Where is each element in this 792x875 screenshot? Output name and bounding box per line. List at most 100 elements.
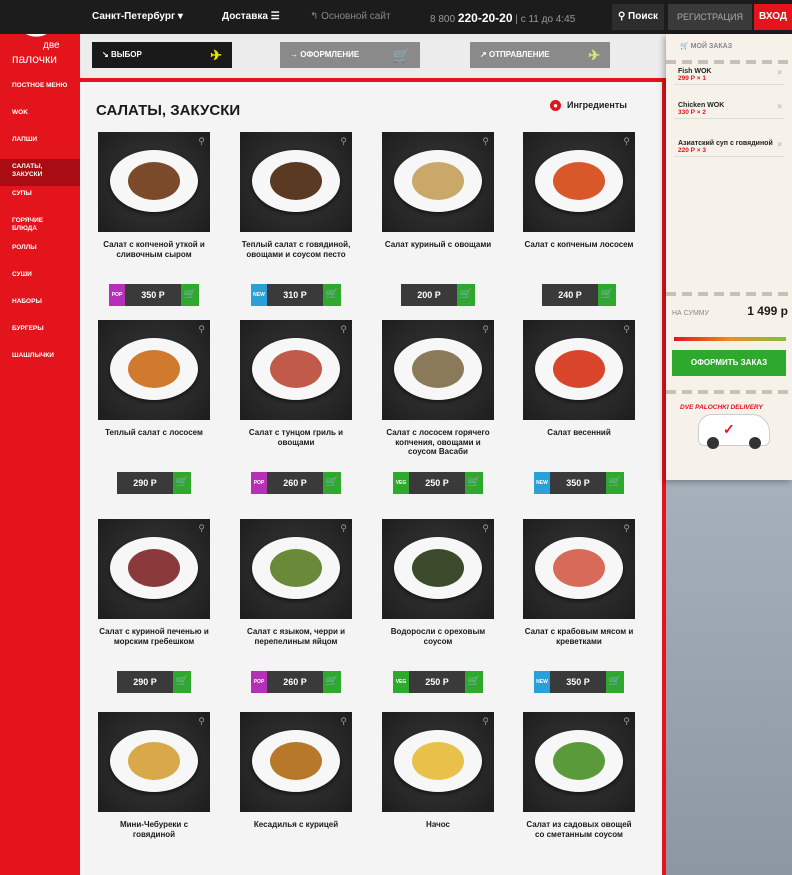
add-to-cart-icon[interactable]: 🛒 [606, 472, 624, 494]
product-card[interactable]: ⚲ Мини-Чебуреки с говядиной [98, 712, 210, 864]
main-site-link[interactable]: ↰ Основной сайт [310, 11, 391, 22]
add-to-cart-icon[interactable]: 🛒 [323, 472, 341, 494]
add-to-cart-icon[interactable]: 🛒 [606, 671, 624, 693]
page-title: САЛАТЫ, ЗАКУСКИ [96, 102, 241, 119]
product-card[interactable]: ⚲ Теплый салат с говядиной, овощами и соу… [240, 132, 352, 306]
product-photo[interactable]: ⚲ [523, 712, 635, 812]
zoom-icon[interactable]: ⚲ [623, 136, 630, 147]
product-card[interactable]: ⚲ Салат с языком, черри и перепелиным яйц… [240, 519, 352, 693]
remove-icon[interactable]: × [777, 102, 782, 111]
sidebar-item-sets[interactable]: НАБОРЫ [0, 294, 80, 321]
zoom-icon[interactable]: ⚲ [340, 523, 347, 534]
add-to-cart-icon[interactable]: 🛒 [173, 472, 191, 494]
product-card[interactable]: ⚲ Салат весенний NEW 350 Р 🛒 [523, 320, 635, 494]
ingredients-toggle[interactable]: ● Ингредиенты [550, 100, 627, 112]
step-send[interactable]: ↗ ОТПРАВЛЕНИЕ ✈ [470, 42, 610, 68]
add-to-cart-icon[interactable]: 🛒 [181, 284, 199, 306]
search-button[interactable]: ⚲ Поиск [612, 4, 664, 30]
add-to-cart-icon[interactable]: 🛒 [323, 671, 341, 693]
register-button[interactable]: РЕГИСТРАЦИЯ [668, 4, 752, 30]
checkout-button[interactable]: ОФОРМИТЬ ЗАКАЗ [672, 350, 786, 376]
product-card[interactable]: ⚲ Салат с крабовым мясом и креветками NEW 3… [523, 519, 635, 693]
product-card[interactable]: ⚲ Начос [382, 712, 494, 864]
product-photo[interactable]: ⚲ [98, 712, 210, 812]
add-to-cart-icon[interactable]: 🛒 [173, 671, 191, 693]
product-photo[interactable]: ⚲ [523, 132, 635, 232]
product-card[interactable]: ⚲ Салат из садовых овощей со сметанным со… [523, 712, 635, 864]
zoom-icon[interactable]: ⚲ [623, 716, 630, 727]
product-photo[interactable]: ⚲ [240, 712, 352, 812]
product-photo[interactable]: ⚲ [98, 132, 210, 232]
remove-icon[interactable]: × [777, 140, 782, 149]
divider [666, 60, 792, 64]
product-card[interactable]: ⚲ Водоросли с ореховым соусом VEG 250 Р 🛒 [382, 519, 494, 693]
product-photo[interactable]: ⚲ [240, 132, 352, 232]
sum-label: НА СУММУ [672, 310, 710, 317]
product-photo[interactable]: ⚲ [523, 320, 635, 420]
add-to-cart-icon[interactable]: 🛒 [457, 284, 475, 306]
add-to-cart-icon[interactable]: 🛒 [323, 284, 341, 306]
zoom-icon[interactable]: ⚲ [482, 716, 489, 727]
sidebar-item-sushi[interactable]: СУШИ [0, 267, 80, 294]
zoom-icon[interactable]: ⚲ [623, 523, 630, 534]
product-photo[interactable]: ⚲ [382, 519, 494, 619]
sidebar-item-kebabs[interactable]: ШАШЛЫЧКИ [0, 348, 80, 375]
product-card[interactable]: ⚲ Теплый салат с лососем 290 Р 🛒 [98, 320, 210, 494]
product-card[interactable]: ⚲ Салат с куриной печенью и морским гребе… [98, 519, 210, 693]
divider [666, 292, 792, 296]
price-row: 290 Р 🛒 [98, 472, 210, 494]
step-choose[interactable]: ↘ ВЫБОР ✈ [92, 42, 232, 68]
sidebar-item-rolls[interactable]: РОЛЛЫ [0, 240, 80, 267]
login-button[interactable]: ВХОД [754, 4, 792, 30]
product-card[interactable]: ⚲ Салат куриный с овощами 200 Р 🛒 [382, 132, 494, 306]
zoom-icon[interactable]: ⚲ [482, 136, 489, 147]
remove-icon[interactable]: × [777, 68, 782, 77]
zoom-icon[interactable]: ⚲ [340, 324, 347, 335]
product-photo[interactable]: ⚲ [98, 320, 210, 420]
product-photo[interactable]: ⚲ [98, 519, 210, 619]
product-photo[interactable]: ⚲ [523, 519, 635, 619]
zoom-icon[interactable]: ⚲ [340, 136, 347, 147]
search-icon: ⚲ [617, 11, 626, 22]
add-to-cart-icon[interactable]: 🛒 [465, 671, 483, 693]
city-selector[interactable]: Санкт-Петербург ▾ [92, 11, 183, 22]
food [270, 350, 322, 388]
sidebar-item-salads[interactable]: САЛАТЫ, ЗАКУСКИ [0, 159, 80, 186]
search-label: Поиск [628, 11, 659, 22]
product-name: Салат с языком, черри и перепелиным яйцо… [246, 627, 346, 646]
sidebar-item-soups[interactable]: СУПЫ [0, 186, 80, 213]
product-card[interactable]: ⚲ Салат с лососем горячего копчения, овощ… [382, 320, 494, 494]
product-photo[interactable]: ⚲ [240, 320, 352, 420]
add-to-cart-icon[interactable]: 🛒 [465, 472, 483, 494]
add-to-cart-icon[interactable]: 🛒 [598, 284, 616, 306]
sidebar-item-postnoe[interactable]: ПОСТНОЕ МЕНЮ [0, 78, 80, 105]
zoom-icon[interactable]: ⚲ [482, 324, 489, 335]
zoom-icon[interactable]: ⚲ [623, 324, 630, 335]
zoom-icon[interactable]: ⚲ [198, 324, 205, 335]
product-card[interactable]: ⚲ Салат с копченым лососем 240 Р 🛒 [523, 132, 635, 306]
zoom-icon[interactable]: ⚲ [198, 523, 205, 534]
zoom-icon[interactable]: ⚲ [482, 523, 489, 534]
order-item-price: 220 Р × 3 [678, 147, 707, 154]
product-card[interactable]: ⚲ Кесадилья с курицей [240, 712, 352, 864]
product-photo[interactable]: ⚲ [240, 519, 352, 619]
phone-number[interactable]: 220-20-20 [458, 11, 513, 25]
product-card[interactable]: ⚲ Салат с копченой уткой и сливочным сыро… [98, 132, 210, 306]
sidebar-item-burgers[interactable]: БУРГЕРЫ [0, 321, 80, 348]
zoom-icon[interactable]: ⚲ [340, 716, 347, 727]
cart-icon: 🛒 [680, 43, 689, 50]
delivery-menu[interactable]: Доставка ☰ [222, 11, 280, 22]
delivery-brand: DVE PALOCHKI DELIVERY [680, 404, 763, 411]
sidebar-item-wok[interactable]: WOK [0, 105, 80, 132]
product-photo[interactable]: ⚲ [382, 132, 494, 232]
food [128, 162, 180, 200]
sidebar-item-lapshi[interactable]: ЛАПШИ [0, 132, 80, 159]
product-photo[interactable]: ⚲ [382, 320, 494, 420]
sidebar-item-hot-dishes[interactable]: ГОРЯЧИЕ БЛЮДА [0, 213, 80, 240]
product-photo[interactable]: ⚲ [382, 712, 494, 812]
order-header-label: МОЙ ЗАКАЗ [690, 43, 733, 50]
step-checkout[interactable]: → ОФОРМЛЕНИЕ 🛒 [280, 42, 420, 68]
zoom-icon[interactable]: ⚲ [198, 136, 205, 147]
product-card[interactable]: ⚲ Салат с тунцом гриль и овощами POP 260 Р 🛒 [240, 320, 352, 494]
zoom-icon[interactable]: ⚲ [198, 716, 205, 727]
